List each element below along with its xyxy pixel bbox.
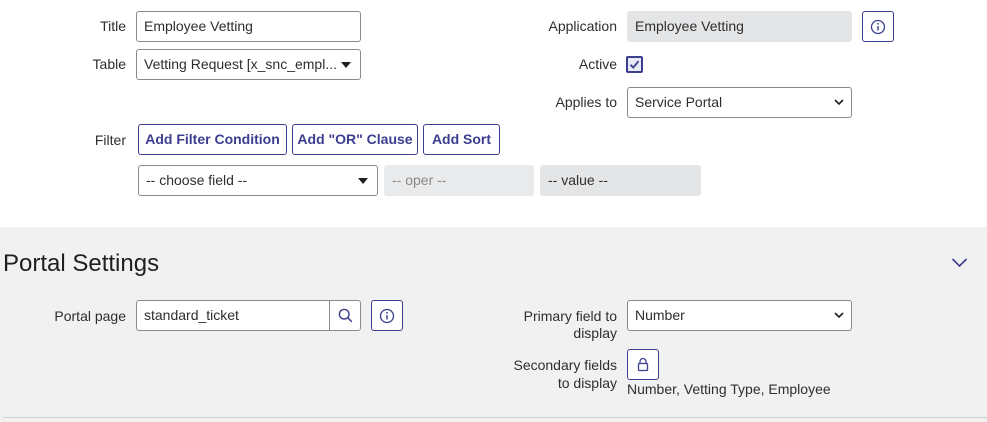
applies-to-value: Service Portal — [635, 94, 723, 110]
portal-page-info-button[interactable] — [371, 300, 403, 331]
applies-to-select[interactable]: Service Portal — [627, 87, 852, 118]
chevron-down-icon — [834, 99, 844, 106]
choose-field-select[interactable]: -- choose field -- — [138, 165, 378, 196]
portal-page-label: Portal page — [54, 308, 126, 324]
application-label: Application — [548, 18, 618, 34]
check-icon — [629, 60, 640, 69]
table-select[interactable]: Vetting Request [x_snc_empl... — [136, 49, 361, 80]
info-circle-icon — [870, 19, 886, 34]
add-filter-condition-button[interactable]: Add Filter Condition — [138, 124, 287, 155]
secondary-fields-value: Number, Vetting Type, Employee — [627, 381, 831, 397]
chevron-down-icon — [834, 312, 844, 319]
portal-page-search-button[interactable] — [329, 300, 361, 331]
table-label: Table — [92, 56, 126, 72]
primary-field-select[interactable]: Number — [627, 300, 852, 331]
active-checkbox[interactable] — [626, 56, 643, 73]
title-label: Title — [100, 18, 126, 34]
applies-to-label: Applies to — [555, 94, 617, 110]
application-info-button[interactable] — [862, 11, 894, 42]
search-icon — [338, 308, 352, 323]
chevron-down-icon[interactable] — [951, 257, 968, 268]
secondary-fields-label-line1: Secondary fields — [513, 357, 617, 373]
info-circle-icon — [379, 308, 395, 323]
section-divider — [3, 417, 987, 418]
lock-icon — [637, 357, 649, 372]
add-sort-button[interactable]: Add Sort — [423, 124, 500, 155]
secondary-fields-label-line2: to display — [557, 375, 617, 391]
primary-field-label-line2: display — [573, 325, 617, 341]
portal-page-input[interactable]: standard_ticket — [136, 300, 331, 331]
value-field: -- value -- — [540, 165, 701, 196]
section-title: Portal Settings — [3, 250, 160, 277]
choose-field-value: -- choose field -- — [146, 172, 248, 188]
table-select-value: Vetting Request [x_snc_empl... — [144, 56, 337, 72]
caret-down-icon — [341, 62, 351, 68]
title-input[interactable]: Employee Vetting — [136, 11, 361, 42]
primary-field-value: Number — [635, 307, 685, 323]
primary-field-label-line1: Primary field to — [523, 308, 617, 324]
active-label: Active — [578, 56, 617, 72]
secondary-fields-lock-button[interactable] — [627, 349, 659, 380]
filter-label: Filter — [94, 132, 126, 148]
oper-field: -- oper -- — [384, 165, 534, 196]
caret-down-icon — [358, 178, 368, 184]
add-or-clause-button[interactable]: Add "OR" Clause — [292, 124, 418, 155]
application-field: Employee Vetting — [627, 11, 852, 42]
